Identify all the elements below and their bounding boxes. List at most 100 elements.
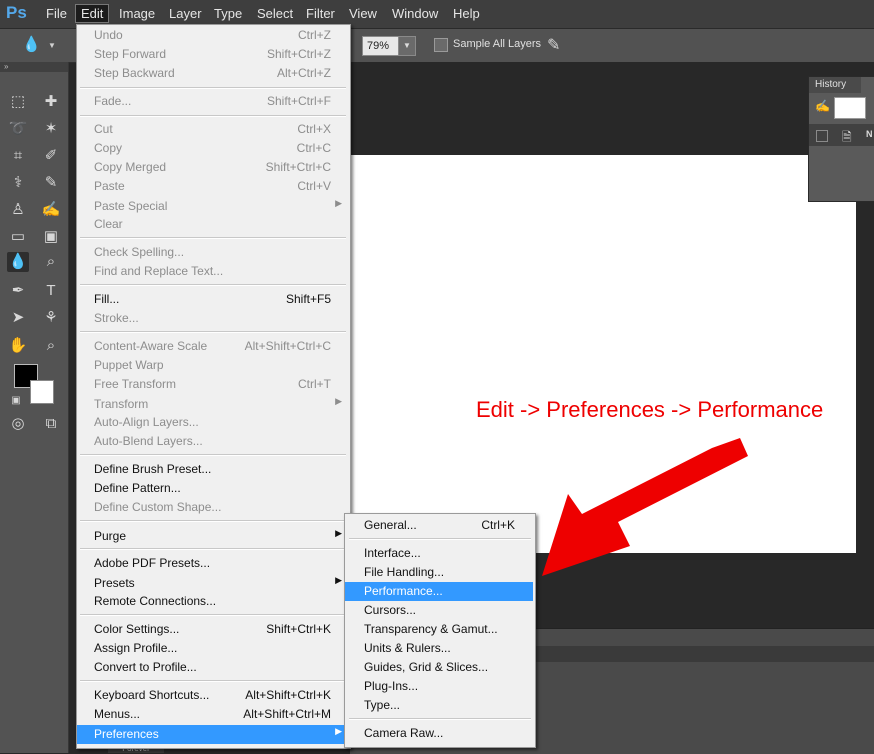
- menu-item-label: Define Brush Preset...: [94, 462, 212, 476]
- menu-item-label: Step Backward: [94, 66, 175, 80]
- eyedropper-tool-icon[interactable]: ✐: [40, 146, 62, 166]
- menu-item-define-custom-shape[interactable]: Define Custom Shape...: [77, 498, 348, 517]
- menu-help[interactable]: Help: [449, 6, 484, 21]
- zoom-tool-icon[interactable]: ⌕: [40, 336, 62, 356]
- sample-all-layers-label: Sample All Layers: [453, 38, 542, 50]
- menu-item-content-aware-scale[interactable]: Content-Aware Scale Alt+Shift+Ctrl+C: [77, 337, 348, 356]
- background-color-swatch[interactable]: [30, 380, 54, 404]
- menu-image[interactable]: Image: [115, 6, 159, 21]
- menu-item-label: Paste: [94, 179, 125, 193]
- menu-file[interactable]: File: [42, 6, 71, 21]
- menu-item-auto-blend[interactable]: Auto-Blend Layers...: [77, 432, 348, 451]
- menu-select[interactable]: Select: [253, 6, 297, 21]
- submenu-item-type[interactable]: Type...: [345, 696, 533, 715]
- submenu-item-performance[interactable]: Performance...: [345, 582, 533, 601]
- submenu-item-camera-raw[interactable]: Camera Raw...: [345, 724, 533, 743]
- menu-item-clear[interactable]: Clear: [77, 215, 348, 234]
- menu-item-fade[interactable]: Fade... Shift+Ctrl+F: [77, 92, 348, 111]
- menu-item-find-replace[interactable]: Find and Replace Text...: [77, 262, 348, 281]
- menu-item-paste[interactable]: Paste Ctrl+V: [77, 177, 348, 196]
- menu-layer[interactable]: Layer: [165, 6, 206, 21]
- menu-edit[interactable]: Edit: [75, 4, 110, 23]
- menu-item-transform[interactable]: Transform ▶: [77, 395, 348, 414]
- menu-separator: [80, 331, 346, 333]
- menu-item-step-forward[interactable]: Step Forward Shift+Ctrl+Z: [77, 45, 348, 64]
- menu-window[interactable]: Window: [388, 6, 442, 21]
- menu-item-undo[interactable]: Undo Ctrl+Z: [77, 26, 348, 45]
- blur-tool-icon[interactable]: 💧: [7, 252, 29, 272]
- screen-mode-icon[interactable]: ⧉: [40, 414, 62, 434]
- menu-item-presets[interactable]: Presets ▶: [77, 574, 348, 593]
- crop-tool-icon[interactable]: ⌗: [7, 146, 29, 166]
- quick-mask-icon[interactable]: ◎: [7, 414, 29, 434]
- menu-item-assign-profile[interactable]: Assign Profile...: [77, 639, 348, 658]
- submenu-arrow-icon: ▶: [335, 575, 342, 585]
- submenu-item-plugins[interactable]: Plug-Ins...: [345, 677, 533, 696]
- submenu-item-general[interactable]: General... Ctrl+K: [345, 516, 533, 535]
- menu-item-convert-profile[interactable]: Convert to Profile...: [77, 658, 348, 677]
- menu-item-shortcut: Shift+Ctrl+Z: [266, 47, 331, 61]
- quick-selection-tool-icon[interactable]: ✶: [40, 119, 62, 139]
- menu-item-label: Assign Profile...: [94, 641, 178, 655]
- submenu-item-units-rulers[interactable]: Units & Rulers...: [345, 639, 533, 658]
- submenu-item-transparency[interactable]: Transparency & Gamut...: [345, 620, 533, 639]
- menu-item-shortcut: Ctrl+K: [481, 518, 515, 532]
- gradient-tool-icon[interactable]: ▣: [40, 227, 62, 247]
- lasso-tool-icon[interactable]: ➰: [7, 119, 29, 139]
- history-brush-source-icon[interactable]: ✍: [815, 99, 830, 113]
- eraser-tool-icon[interactable]: ▭: [7, 227, 29, 247]
- type-tool-icon[interactable]: T: [40, 281, 62, 301]
- zoom-dropdown-button[interactable]: ▼: [398, 36, 416, 56]
- menu-item-define-brush[interactable]: Define Brush Preset...: [77, 460, 348, 479]
- menu-item-shortcut: Shift+Ctrl+C: [265, 160, 331, 174]
- menu-item-step-backward[interactable]: Step Backward Alt+Ctrl+Z: [77, 64, 348, 83]
- pen-tool-icon[interactable]: ✒: [7, 281, 29, 301]
- menu-item-free-transform[interactable]: Free Transform Ctrl+T: [77, 375, 348, 394]
- menu-item-copy-merged[interactable]: Copy Merged Shift+Ctrl+C: [77, 158, 348, 177]
- submenu-arrow-icon: ▶: [335, 528, 342, 538]
- blur-tool-preset-icon[interactable]: 💧: [22, 35, 41, 53]
- menu-item-fill[interactable]: Fill... Shift+F5: [77, 290, 348, 309]
- submenu-item-file-handling[interactable]: File Handling...: [345, 563, 533, 582]
- menu-item-shortcut: Shift+Ctrl+F: [266, 94, 331, 108]
- menu-item-keyboard-shortcuts[interactable]: Keyboard Shortcuts... Alt+Shift+Ctrl+K: [77, 686, 348, 705]
- history-snapshot-thumbnail[interactable]: [834, 97, 866, 119]
- history-brush-tool-icon[interactable]: ✍: [40, 200, 62, 220]
- sample-all-layers-checkbox[interactable]: [434, 38, 448, 52]
- menu-item-adobe-pdf-presets[interactable]: Adobe PDF Presets...: [77, 554, 348, 573]
- menu-item-define-pattern[interactable]: Define Pattern...: [77, 479, 348, 498]
- menu-filter[interactable]: Filter: [302, 6, 339, 21]
- hand-tool-icon[interactable]: ✋: [7, 336, 29, 356]
- custom-shape-tool-icon[interactable]: ⚘: [40, 308, 62, 328]
- menu-item-remote-connections[interactable]: Remote Connections...: [77, 592, 348, 611]
- menu-item-check-spelling[interactable]: Check Spelling...: [77, 243, 348, 262]
- menu-view[interactable]: View: [345, 6, 381, 21]
- submenu-item-guides-grid[interactable]: Guides, Grid & Slices...: [345, 658, 533, 677]
- menu-item-auto-align[interactable]: Auto-Align Layers...: [77, 413, 348, 432]
- history-tab[interactable]: History: [809, 77, 861, 93]
- menu-type[interactable]: Type: [210, 6, 246, 21]
- menu-item-menus[interactable]: Menus... Alt+Shift+Ctrl+M: [77, 705, 348, 724]
- menu-item-stroke[interactable]: Stroke...: [77, 309, 348, 328]
- menu-item-copy[interactable]: Copy Ctrl+C: [77, 139, 348, 158]
- healing-brush-tool-icon[interactable]: ⚕: [7, 173, 29, 193]
- menu-item-cut[interactable]: Cut Ctrl+X: [77, 120, 348, 139]
- menu-item-preferences[interactable]: Preferences ▶: [77, 725, 348, 744]
- move-tool-icon[interactable]: ✚: [40, 92, 62, 112]
- default-colors-icon[interactable]: ▣: [5, 391, 27, 411]
- pressure-brush-icon[interactable]: ✎: [547, 35, 560, 55]
- dodge-tool-icon[interactable]: ⌕: [40, 252, 62, 272]
- marquee-tool-icon[interactable]: ⬚: [7, 92, 29, 112]
- submenu-item-cursors[interactable]: Cursors...: [345, 601, 533, 620]
- history-state-checkbox[interactable]: [816, 130, 828, 142]
- menu-item-color-settings[interactable]: Color Settings... Shift+Ctrl+K: [77, 620, 348, 639]
- chevron-down-icon[interactable]: ▼: [48, 41, 56, 50]
- submenu-item-interface[interactable]: Interface...: [345, 544, 533, 563]
- path-selection-tool-icon[interactable]: ➤: [7, 308, 29, 328]
- brush-tool-icon[interactable]: ✎: [40, 173, 62, 193]
- tools-panel-collapse-icon[interactable]: »: [0, 62, 68, 72]
- menu-item-paste-special[interactable]: Paste Special ▶: [77, 197, 348, 216]
- menu-item-purge[interactable]: Purge ▶: [77, 527, 348, 546]
- menu-item-puppet-warp[interactable]: Puppet Warp: [77, 356, 348, 375]
- clone-stamp-tool-icon[interactable]: ♙: [7, 200, 29, 220]
